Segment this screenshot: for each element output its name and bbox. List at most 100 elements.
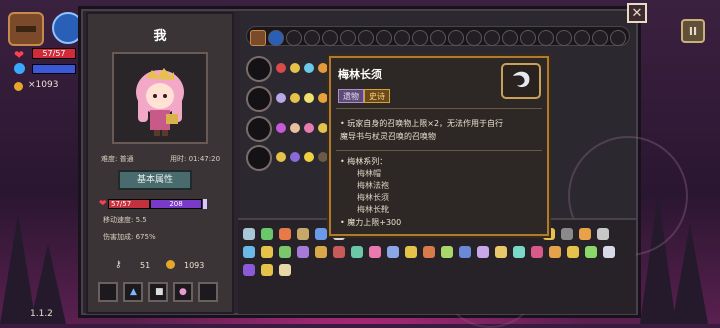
- empty-slot[interactable]: [322, 30, 338, 46]
- relic-item[interactable]: [279, 228, 291, 240]
- relic-item[interactable]: [549, 246, 561, 258]
- relic-item[interactable]: [531, 246, 543, 258]
- tooltip-title: 梅林长须: [338, 68, 382, 81]
- spell-icon[interactable]: [276, 63, 286, 73]
- empty-slot[interactable]: [376, 30, 392, 46]
- consumable-slot[interactable]: ▲: [123, 282, 143, 302]
- empty-slot[interactable]: [412, 30, 428, 46]
- relic-item[interactable]: [585, 246, 597, 258]
- wand-row[interactable]: [246, 56, 332, 82]
- relic-item[interactable]: [333, 246, 345, 258]
- relic-item[interactable]: [441, 246, 453, 258]
- relic-item[interactable]: [297, 228, 309, 240]
- relic-item[interactable]: [261, 246, 273, 258]
- pause-button[interactable]: II: [681, 19, 705, 43]
- relic-item[interactable]: [297, 246, 309, 258]
- relic-item[interactable]: [579, 228, 591, 240]
- relic-item[interactable]: [243, 264, 255, 276]
- wand-icon[interactable]: [268, 30, 284, 46]
- wand-row[interactable]: [246, 86, 332, 112]
- spell-icon[interactable]: [276, 123, 286, 133]
- empty-slot[interactable]: [466, 30, 482, 46]
- relic-item[interactable]: [459, 246, 471, 258]
- relic-item[interactable]: [315, 228, 327, 240]
- empty-slot[interactable]: [592, 30, 608, 46]
- consumable-slot[interactable]: ●: [173, 282, 193, 302]
- wand-icon[interactable]: [246, 56, 272, 82]
- empty-slot[interactable]: [286, 30, 302, 46]
- spell-icon[interactable]: [304, 63, 314, 73]
- empty-slot[interactable]: [520, 30, 536, 46]
- wand-icon[interactable]: [246, 116, 272, 142]
- consumable-slot[interactable]: [198, 282, 218, 302]
- set-item: 梅林帽: [357, 169, 381, 178]
- spell-icon[interactable]: [290, 63, 300, 73]
- spell-icon[interactable]: [304, 152, 314, 162]
- spell-icon[interactable]: [290, 123, 300, 133]
- relic-item[interactable]: [597, 228, 609, 240]
- relic-item[interactable]: [279, 246, 291, 258]
- spell-icon[interactable]: [290, 152, 300, 162]
- relic-item[interactable]: [243, 228, 255, 240]
- relic-item[interactable]: [261, 228, 273, 240]
- wand-row[interactable]: [246, 145, 332, 171]
- consumable-slot[interactable]: ■: [148, 282, 168, 302]
- tooltip-description: 魔导书与杖灵召唤的召唤物: [340, 132, 436, 141]
- spell-icon[interactable]: [290, 93, 300, 103]
- spell-icon[interactable]: [304, 123, 314, 133]
- empty-slot[interactable]: [358, 30, 374, 46]
- relic-item[interactable]: [243, 246, 255, 258]
- relic-item[interactable]: [261, 264, 273, 276]
- empty-slot[interactable]: [448, 30, 464, 46]
- spell-icon[interactable]: [318, 152, 328, 162]
- spell-icon[interactable]: [276, 93, 286, 103]
- empty-slot[interactable]: [394, 30, 410, 46]
- relic-item[interactable]: [561, 228, 573, 240]
- relic-item[interactable]: [513, 246, 525, 258]
- spell-icon[interactable]: [276, 152, 286, 162]
- relic-item[interactable]: [423, 246, 435, 258]
- spell-icon[interactable]: [304, 93, 314, 103]
- relic-item[interactable]: [369, 246, 381, 258]
- empty-slot[interactable]: [430, 30, 446, 46]
- empty-slot[interactable]: [340, 30, 356, 46]
- basic-attributes-button[interactable]: 基本属性: [118, 170, 192, 190]
- empty-slot[interactable]: [610, 30, 626, 46]
- wand-icon[interactable]: [246, 145, 272, 171]
- beard-icon: [501, 63, 541, 99]
- relic-item[interactable]: [495, 246, 507, 258]
- coin-icon: [166, 260, 175, 269]
- wand-row[interactable]: [246, 116, 332, 142]
- empty-slot[interactable]: [574, 30, 590, 46]
- mana-icon: [14, 63, 25, 74]
- damage-bonus-stat: 伤害加成: 675%: [103, 233, 156, 241]
- heart-icon: ❤: [99, 199, 107, 209]
- close-button[interactable]: ✕: [627, 3, 647, 23]
- empty-slot[interactable]: [556, 30, 572, 46]
- spell-icon[interactable]: [318, 123, 328, 133]
- consumable-slot[interactable]: [98, 282, 118, 302]
- wand-icon[interactable]: [246, 86, 272, 112]
- relic-item[interactable]: [405, 246, 417, 258]
- chest-icon[interactable]: [8, 12, 44, 46]
- set-title: • 梅林系列：: [340, 157, 388, 166]
- relic-item[interactable]: [567, 246, 579, 258]
- potion-icon: ▲: [130, 287, 137, 297]
- tooltip-divider: [336, 108, 542, 109]
- relic-item[interactable]: [279, 264, 291, 276]
- empty-slot[interactable]: [484, 30, 500, 46]
- empty-slot[interactable]: [304, 30, 320, 46]
- character-name: 我: [153, 29, 167, 44]
- relic-item[interactable]: [477, 246, 489, 258]
- empty-slot[interactable]: [538, 30, 554, 46]
- spell-icon[interactable]: [318, 63, 328, 73]
- character-portrait: [136, 68, 184, 136]
- mana-bar: 208: [150, 199, 202, 209]
- chest-icon[interactable]: [250, 30, 266, 46]
- empty-slot[interactable]: [502, 30, 518, 46]
- relic-item[interactable]: [387, 246, 399, 258]
- relic-item[interactable]: [351, 246, 363, 258]
- relic-item[interactable]: [315, 246, 327, 258]
- spell-icon[interactable]: [318, 93, 328, 103]
- relic-item[interactable]: [603, 246, 615, 258]
